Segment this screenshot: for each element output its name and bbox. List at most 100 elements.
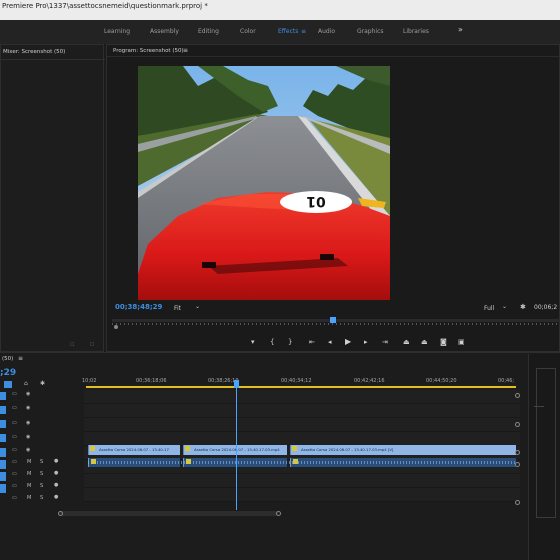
- scrollbar-right-handle[interactable]: [276, 511, 281, 516]
- timeline-sequence-tab[interactable]: (50): [2, 356, 13, 362]
- program-timecode[interactable]: 00;38;48;29: [115, 303, 162, 311]
- workspace-tab-assembly[interactable]: Assembly: [150, 28, 179, 35]
- snap-icon[interactable]: [4, 381, 12, 388]
- track-target-v1b[interactable]: [0, 434, 6, 442]
- eye-icon[interactable]: ◉: [26, 391, 30, 397]
- mic-icon[interactable]: ●: [54, 494, 58, 500]
- export-frame-icon[interactable]: ◙: [440, 338, 447, 346]
- workspace-tab-learning[interactable]: Learning: [104, 28, 130, 35]
- vertical-scroll-handle[interactable]: [515, 450, 520, 455]
- program-monitor-menu-icon[interactable]: ≡: [183, 47, 188, 54]
- vertical-scroll-handle[interactable]: [515, 422, 520, 427]
- mic-icon[interactable]: ●: [54, 470, 58, 476]
- mixer-scroll-left-icon[interactable]: ▫: [70, 340, 75, 348]
- wrench-icon[interactable]: ✱: [520, 303, 526, 311]
- settings-icon[interactable]: ▣: [458, 338, 465, 346]
- scrubber-start-handle[interactable]: [114, 325, 118, 329]
- program-video-frame[interactable]: 01: [138, 66, 390, 300]
- mixer-panel-title[interactable]: Mixer: Screenshot (50): [3, 49, 65, 55]
- video-clip[interactable]: Assetto Corsa 2024.06.07 - 13.40.17.03.m…: [183, 445, 287, 455]
- meter-divider: [534, 406, 544, 407]
- race-car-cockpit-view-image: 01: [138, 66, 390, 300]
- program-duration: 00;06;2: [534, 304, 558, 311]
- lock-icon[interactable]: ▭: [12, 495, 17, 501]
- workspace-tab-color[interactable]: Color: [240, 28, 256, 35]
- vertical-scroll-handle[interactable]: [515, 462, 520, 467]
- workspace-tab-graphics[interactable]: Graphics: [357, 28, 384, 35]
- lock-icon[interactable]: ▭: [12, 483, 17, 489]
- mic-icon[interactable]: ●: [54, 458, 58, 464]
- mute-icon[interactable]: M: [27, 495, 31, 501]
- go-to-in-icon[interactable]: ⇤: [309, 338, 315, 346]
- mute-icon[interactable]: M: [27, 459, 31, 465]
- track-target-v3[interactable]: [0, 392, 6, 400]
- lock-icon[interactable]: ▭: [12, 391, 17, 397]
- mark-in-icon[interactable]: {: [270, 338, 274, 346]
- wrench-icon[interactable]: ✱: [40, 380, 45, 387]
- program-monitor-title[interactable]: Program: Screenshot (50): [113, 48, 184, 54]
- solo-icon[interactable]: S: [40, 459, 43, 465]
- linked-selection-icon[interactable]: ⌂: [24, 380, 28, 387]
- solo-icon[interactable]: S: [40, 471, 43, 477]
- lock-icon[interactable]: ▭: [12, 447, 17, 453]
- workspace-tab-effects[interactable]: Effects: [278, 28, 298, 35]
- eye-icon[interactable]: ◉: [26, 434, 30, 440]
- quality-chevron-down-icon[interactable]: ⌄: [502, 303, 507, 310]
- ruler-label: 00;46;: [498, 378, 515, 384]
- vertical-scroll-handle[interactable]: [515, 500, 520, 505]
- scrollbar-left-handle[interactable]: [58, 511, 63, 516]
- program-monitor-header: Program: Screenshot (50) ≡: [107, 45, 559, 57]
- timeline-menu-icon[interactable]: ≡: [18, 355, 23, 362]
- work-area-bar[interactable]: [86, 386, 516, 388]
- video-clip[interactable]: Assetto Corsa 2024.06.07 - 13.40.17.03.m…: [290, 445, 516, 455]
- workspace-tab-audio[interactable]: Audio: [318, 28, 335, 35]
- eye-icon[interactable]: ◉: [26, 420, 30, 426]
- step-forward-icon[interactable]: ▸: [364, 338, 368, 346]
- track-target-a1[interactable]: [0, 448, 6, 457]
- program-scrubber[interactable]: [112, 319, 560, 322]
- quality-select[interactable]: Full: [484, 305, 494, 312]
- track-target-v2[interactable]: [0, 406, 6, 414]
- horizontal-scrollbar[interactable]: [60, 511, 278, 516]
- lift-icon[interactable]: ⏏: [403, 338, 410, 346]
- eye-icon[interactable]: ◉: [26, 405, 30, 411]
- mark-out-icon[interactable]: }: [288, 338, 292, 346]
- mixer-scroll-right-icon[interactable]: ▫: [90, 340, 95, 348]
- timeline-timecode[interactable]: ;29: [0, 368, 16, 378]
- play-icon[interactable]: ▶: [345, 337, 351, 346]
- lock-icon[interactable]: ▭: [12, 471, 17, 477]
- workspace-tab-libraries[interactable]: Libraries: [403, 28, 429, 35]
- track-target-v1[interactable]: [0, 420, 6, 428]
- solo-icon[interactable]: S: [40, 483, 43, 489]
- step-back-icon[interactable]: ◂: [328, 338, 332, 346]
- track-target-a4[interactable]: [0, 484, 6, 493]
- vertical-scroll-handle[interactable]: [515, 393, 520, 398]
- track-target-a3[interactable]: [0, 472, 6, 481]
- lock-icon[interactable]: ▭: [12, 434, 17, 440]
- workspace-tab-editing[interactable]: Editing: [198, 28, 219, 35]
- lock-icon[interactable]: ▭: [12, 420, 17, 426]
- workspace-menu-icon[interactable]: ≡: [301, 28, 306, 35]
- scrubber-ticks: [112, 323, 560, 325]
- eye-icon[interactable]: ◉: [26, 447, 30, 453]
- track-target-a2[interactable]: [0, 460, 6, 469]
- fit-chevron-down-icon[interactable]: ⌄: [195, 303, 200, 310]
- mute-icon[interactable]: M: [27, 471, 31, 477]
- ruler-label: 00;40;34;12: [281, 378, 312, 384]
- marker-icon[interactable]: ▾: [251, 338, 255, 346]
- solo-icon[interactable]: S: [40, 495, 43, 501]
- workspaces-overflow-icon[interactable]: »: [458, 25, 463, 34]
- mute-icon[interactable]: M: [27, 483, 31, 489]
- go-to-out-icon[interactable]: ⇥: [382, 338, 388, 346]
- svg-text:01: 01: [306, 193, 325, 209]
- window-title: Premiere Pro\1337\assettocsnemeid\questi…: [2, 2, 208, 10]
- fx-badge-icon: [186, 459, 191, 464]
- lock-icon[interactable]: ▭: [12, 459, 17, 465]
- scrubber-playhead[interactable]: [330, 317, 336, 323]
- mic-icon[interactable]: ●: [54, 482, 58, 488]
- fit-select[interactable]: Fit: [174, 305, 181, 312]
- video-clip[interactable]: Assetto Corsa 2024.06.07 - 13.40.17: [88, 445, 180, 455]
- extract-icon[interactable]: ⏏: [421, 338, 428, 346]
- ruler-label: 00;44;50;20: [426, 378, 457, 384]
- lock-icon[interactable]: ▭: [12, 405, 17, 411]
